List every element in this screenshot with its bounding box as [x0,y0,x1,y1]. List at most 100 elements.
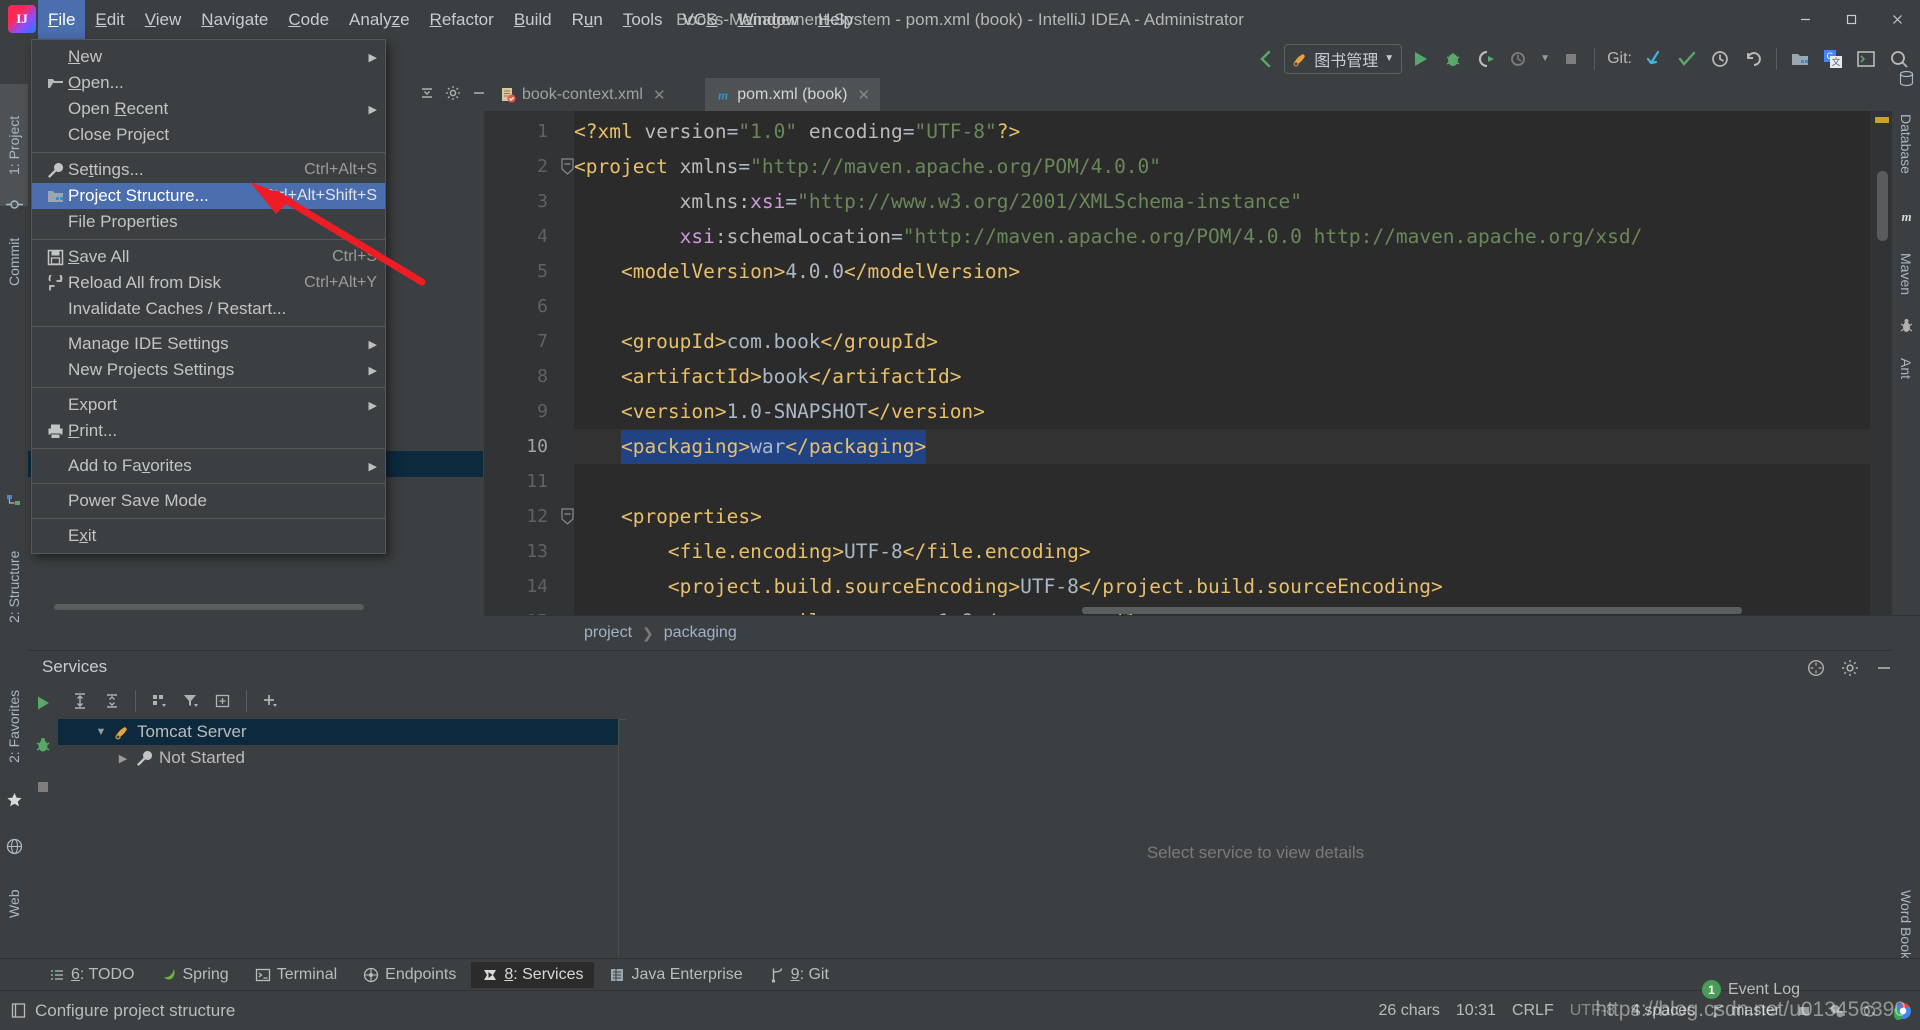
sidebar-item-web[interactable]: Web [0,868,28,940]
profile-icon[interactable] [1504,44,1534,74]
menu-file[interactable]: File [38,0,86,39]
bottom-tab-8-services[interactable]: 8: Services [471,962,595,988]
git-revert-icon[interactable] [1738,44,1768,74]
menu-item-reload-all-from-disk[interactable]: Reload All from Disk Ctrl+Alt+Y [32,270,385,296]
project-panel-buttons[interactable] [415,81,491,105]
menu-view[interactable]: View [135,0,192,39]
event-log-indicator[interactable]: 1 Event Log [1701,980,1800,999]
editor-gutter[interactable]: 123456789101112131415 [484,111,575,632]
breadcrumb-item-packaging[interactable]: packaging [664,624,737,642]
gear-icon[interactable] [1836,654,1864,682]
translate-icon[interactable]: G文 [1818,44,1848,74]
bottom-tab-terminal[interactable]: Terminal [244,962,348,988]
run-icon[interactable] [29,689,57,717]
run-configuration-selector[interactable]: 图书管理 ▼ [1284,43,1403,74]
menu-navigate[interactable]: Navigate [191,0,278,39]
editor-horizontal-scrollbar[interactable] [1082,607,1742,614]
sidebar-item-structure[interactable]: 2: Structure [0,518,28,655]
git-branch[interactable]: master [1711,1002,1780,1020]
services-tree[interactable]: ▼ Tomcat Server ▶ Not Started [58,719,619,987]
menu-run[interactable]: Run [562,0,613,39]
code-line[interactable]: <file.encoding>UTF-8</file.encoding> [574,534,1091,569]
gear-icon[interactable] [441,81,465,105]
chrome-icon[interactable] [1894,1002,1912,1020]
maximize-button[interactable] [1828,0,1874,39]
menu-build[interactable]: Build [504,0,562,39]
bottom-tab-6-todo[interactable]: 6: TODO [38,962,145,988]
code-line[interactable]: <packaging>war</packaging> [574,429,926,464]
chevron-down-icon[interactable]: ▼ [94,726,108,738]
services-header-buttons[interactable] [1802,654,1898,682]
breadcrumb[interactable]: project ❯ packaging [484,615,1920,650]
sidebar-item-maven[interactable]: Maven [1892,228,1920,320]
file-encoding[interactable]: UTF-8 [1570,1002,1615,1020]
fold-toggle-icon[interactable] [560,508,575,525]
caret-position[interactable]: 10:31 [1456,1002,1496,1020]
memory-indicator-icon[interactable] [1796,1003,1812,1019]
services-tree-item-tomcat-server[interactable]: ▼ Tomcat Server [58,719,618,745]
sidebar-item-project[interactable]: 1: Project [0,84,28,206]
editor-area[interactable]: book-context.xml ✕ m pom.xml (book) ✕ 123456… [484,78,1920,650]
chevron-down-icon[interactable]: ▼ [1384,53,1394,64]
expand-all-icon[interactable] [66,687,94,715]
menu-window[interactable]: Window [728,0,808,39]
code-line[interactable]: xmlns:xsi="http://www.w3.org/2001/XMLSch… [574,184,1302,219]
back-arrow-icon[interactable] [1251,44,1281,74]
menu-item-invalidate-caches-restart[interactable]: Invalidate Caches / Restart... [32,296,385,322]
services-side-actions[interactable] [28,683,58,993]
menu-item-add-to-favorites[interactable]: Add to Favorites ▶ [32,453,385,479]
web-icon[interactable] [6,838,23,855]
menu-item-new-projects-settings[interactable]: New Projects Settings ▶ [32,357,385,383]
toolbar-right-group[interactable]: 图书管理 ▼ ▼ Git: 文 [1251,39,1914,78]
indent-setting[interactable]: 4 spaces [1631,1002,1695,1020]
editor-tab-book-context-xml[interactable]: book-context.xml ✕ [490,78,676,111]
editor-vertical-scrollbar[interactable] [1877,171,1888,241]
code-line[interactable]: <project xmlns="http://maven.apache.org/… [574,149,1161,184]
gear-icon[interactable] [1828,1002,1845,1019]
chevron-down-icon[interactable]: ▼ [1537,44,1553,74]
star-icon[interactable] [6,792,23,809]
collapse-all-icon[interactable] [98,687,126,715]
commit-icon[interactable] [6,196,23,213]
code-line[interactable]: <artifactId>book</artifactId> [574,359,961,394]
menu-item-project-structure[interactable]: Project Structure... Ctrl+Alt+Shift+S [32,183,385,209]
git-update-icon[interactable] [1639,44,1669,74]
bottom-tab-9-git[interactable]: 9: Git [758,962,840,988]
line-separator[interactable]: CRLF [1512,1002,1554,1020]
editor-tab-pom-xml-book[interactable]: m pom.xml (book) ✕ [705,78,881,113]
bottom-tab-spring[interactable]: Spring [149,962,239,988]
menu-item-open-recent[interactable]: Open Recent ▶ [32,96,385,122]
code-content[interactable]: <?xml version="1.0" encoding="UTF-8"?> <p… [574,111,1892,616]
code-line[interactable]: <groupId>com.book</groupId> [574,324,938,359]
left-tool-stripe[interactable]: 1: Project Commit 2: Structure 2: Favori… [0,78,29,986]
event-log-label[interactable]: Event Log [1728,981,1800,999]
menu-item-power-save-mode[interactable]: Power Save Mode [32,488,385,514]
git-commit-icon[interactable] [1672,44,1702,74]
menu-edit[interactable]: Edit [85,0,134,39]
bottom-tool-bar[interactable]: 6: TODO Spring Terminal Endpoints 8: Service… [0,958,1920,991]
fold-toggle-icon[interactable] [560,158,575,175]
menu-help[interactable]: Help [808,0,863,39]
stop-icon[interactable] [1556,44,1586,74]
menu-tools[interactable]: Tools [613,0,673,39]
menu-item-export[interactable]: Export ▶ [32,392,385,418]
editor-marker-bar[interactable] [1870,111,1892,616]
window-controls[interactable] [1782,0,1920,39]
menu-item-manage-ide-settings[interactable]: Manage IDE Settings ▶ [32,331,385,357]
services-tool-window[interactable]: Services ▼ Tomcat Server ▶ Not Started S… [28,650,1892,987]
close-icon[interactable]: ✕ [653,86,666,104]
run-icon[interactable] [1405,44,1435,74]
menu-item-new[interactable]: New ▶ [32,44,385,70]
menu-item-open[interactable]: Open... [32,70,385,96]
sidebar-item-commit[interactable]: Commit [0,208,28,315]
git-history-icon[interactable] [1705,44,1735,74]
add-icon[interactable] [256,687,284,715]
code-line[interactable]: <version>1.0-SNAPSHOT</version> [574,394,985,429]
terminal-icon[interactable] [1851,44,1881,74]
code-line[interactable]: <?xml version="1.0" encoding="UTF-8"?> [574,114,1020,149]
project-structure-icon[interactable] [1785,44,1815,74]
warning-marker[interactable] [1875,117,1889,123]
close-icon[interactable]: ✕ [857,86,870,104]
add-tab-icon[interactable] [209,687,237,715]
code-line[interactable]: xsi:schemaLocation="http://maven.apache.… [574,219,1643,254]
